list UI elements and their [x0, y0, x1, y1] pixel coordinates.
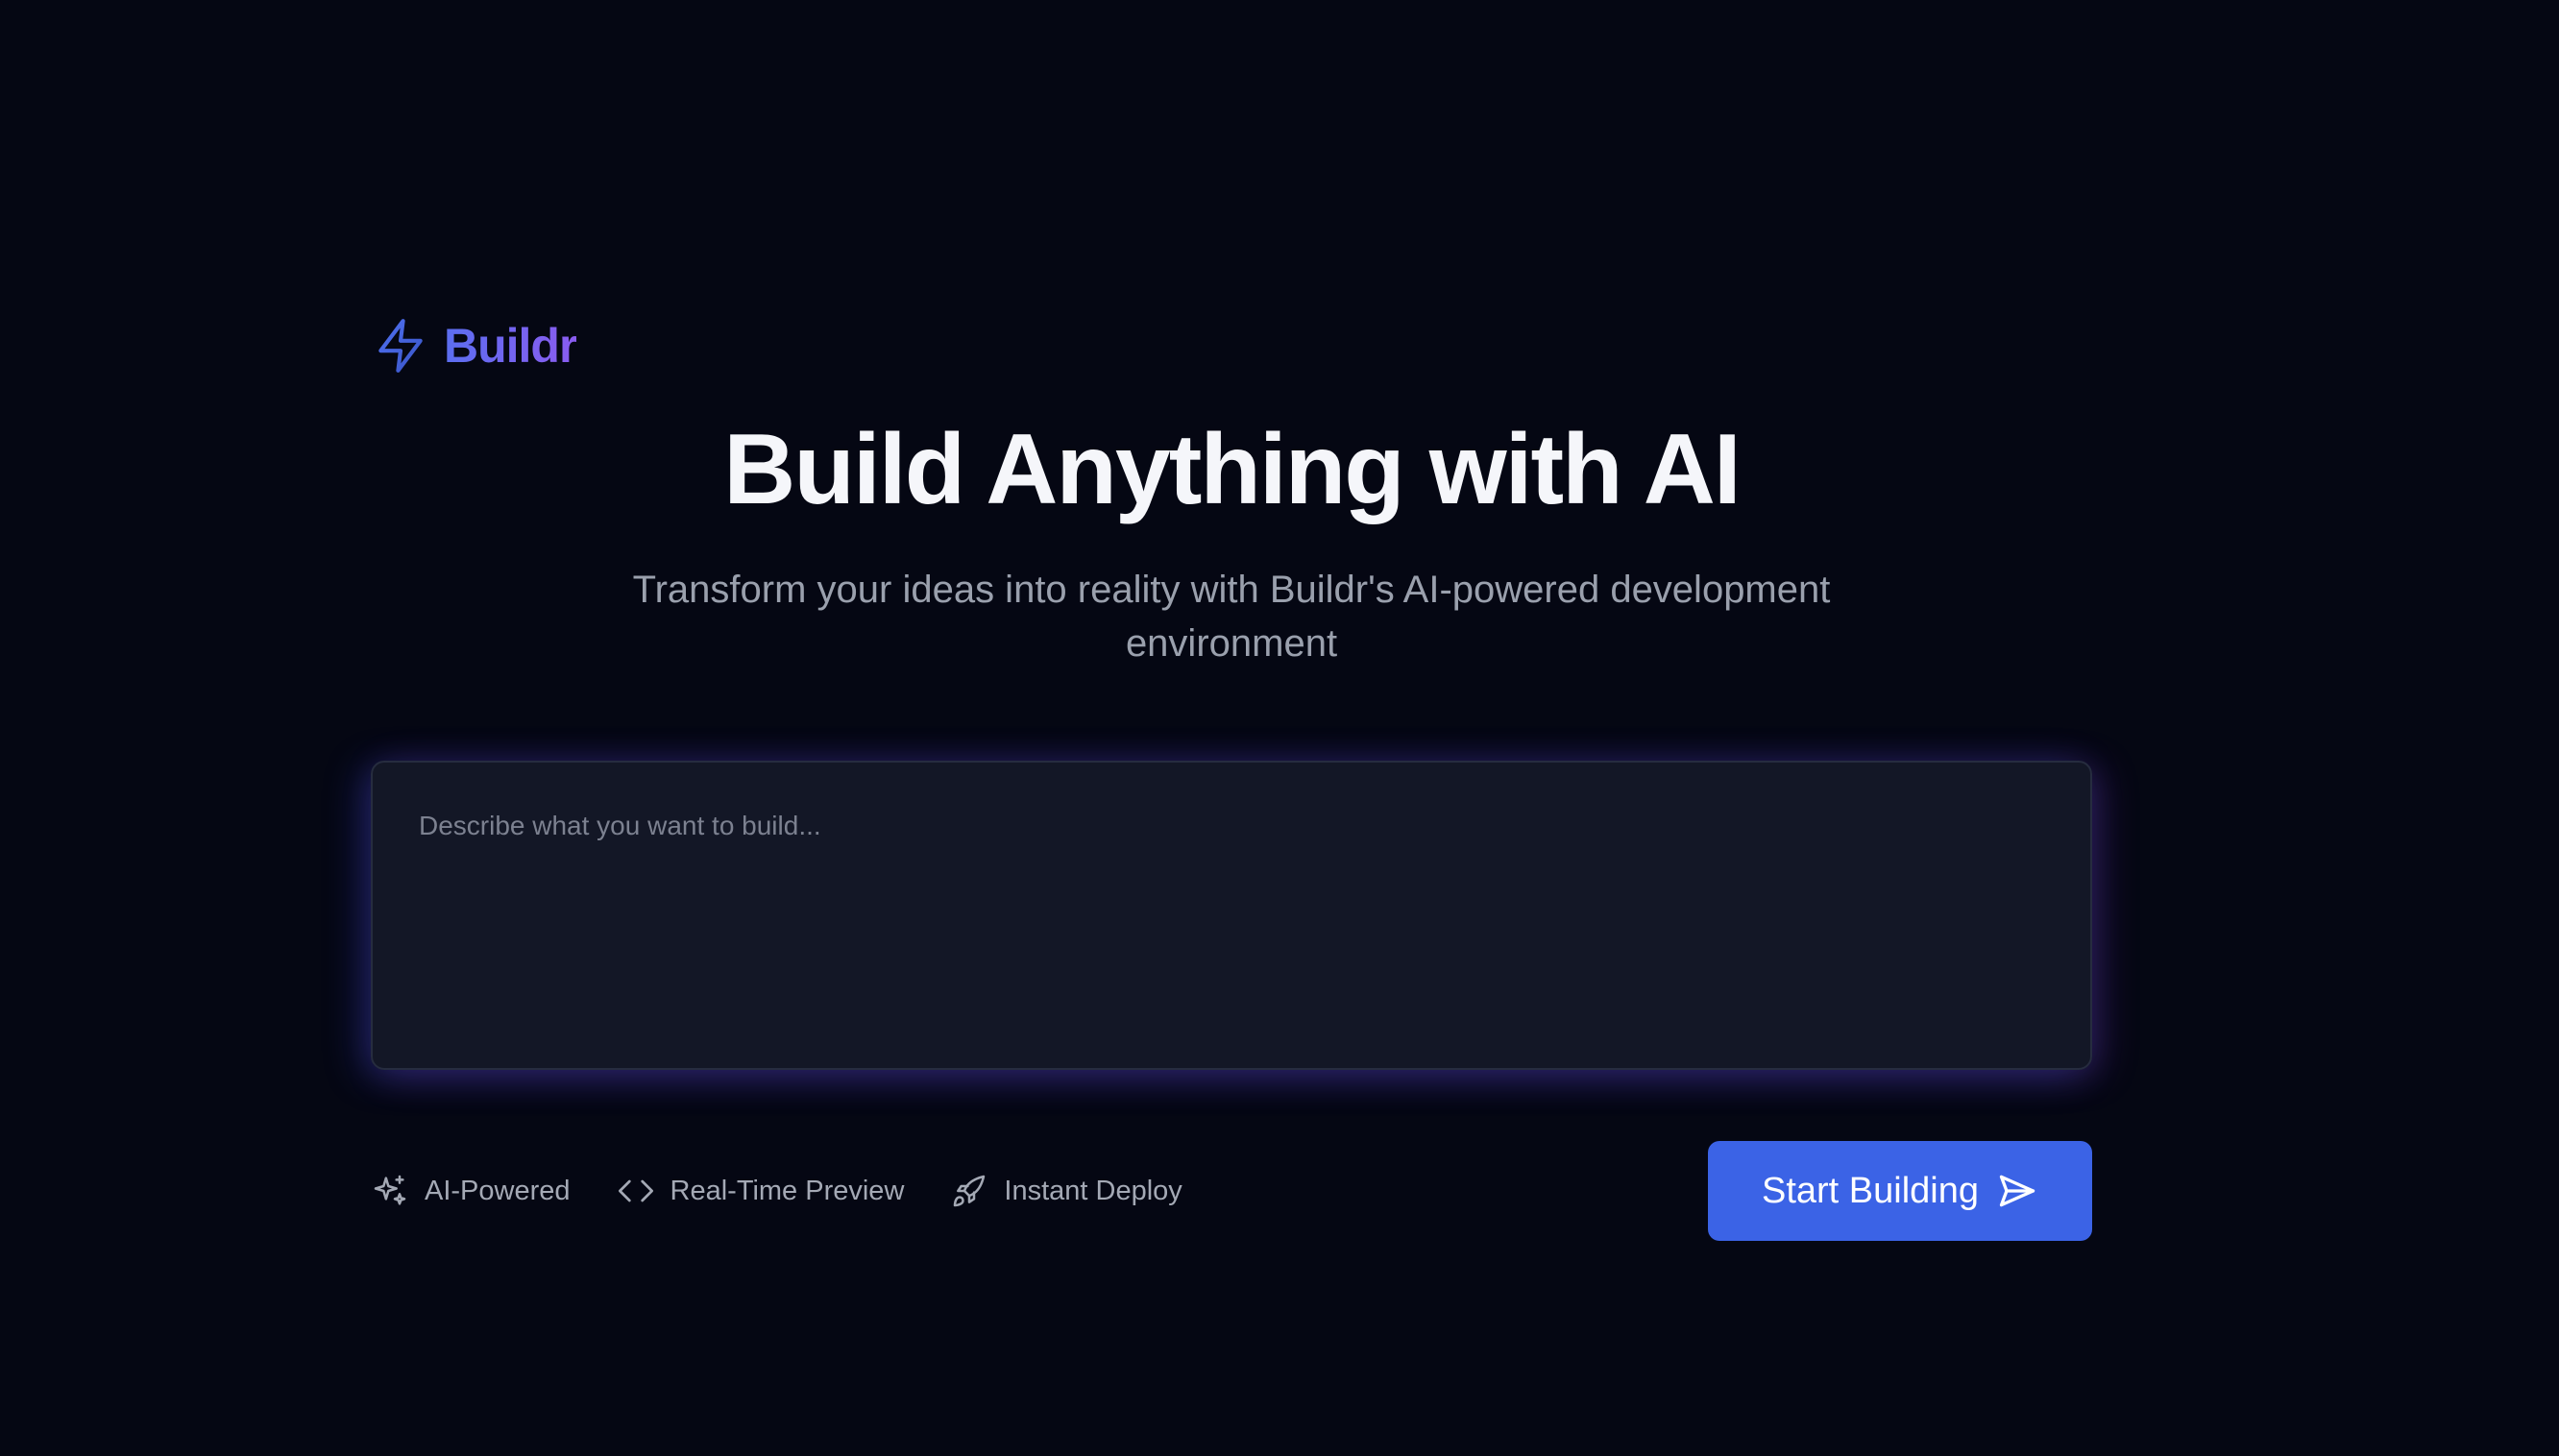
start-building-button[interactable]: Start Building — [1708, 1141, 2092, 1241]
feature-ai-powered: AI-Powered — [371, 1172, 571, 1210]
start-building-label: Start Building — [1761, 1170, 1979, 1211]
rocket-icon — [954, 1175, 986, 1207]
sparkles-icon — [374, 1175, 406, 1205]
feature-real-time-preview: Real-Time Preview — [617, 1172, 905, 1210]
code-icon — [618, 1179, 653, 1202]
feature-label: Instant Deploy — [1004, 1175, 1182, 1206]
landing-page: Buildr Build Anything with AI Transform … — [0, 0, 2559, 1456]
feature-label: Real-Time Preview — [670, 1175, 905, 1206]
brand-logo[interactable]: Buildr — [371, 307, 2092, 384]
prompt-container — [371, 761, 2092, 1070]
hero-title: Build Anything with AI — [723, 414, 1741, 525]
feature-instant-deploy: Instant Deploy — [950, 1172, 1182, 1210]
feature-label: AI-Powered — [425, 1175, 571, 1206]
hero-subtitle: Transform your ideas into reality with B… — [632, 569, 1831, 665]
prompt-input[interactable] — [371, 761, 2092, 1070]
send-icon — [1999, 1175, 2035, 1207]
lightning-bolt-icon — [378, 319, 423, 373]
main-container: Buildr Build Anything with AI Transform … — [371, 307, 2092, 1241]
brand-name: Buildr — [444, 319, 577, 373]
feature-list: AI-Powered Real-Time Preview Instant Dep… — [371, 1162, 1229, 1220]
